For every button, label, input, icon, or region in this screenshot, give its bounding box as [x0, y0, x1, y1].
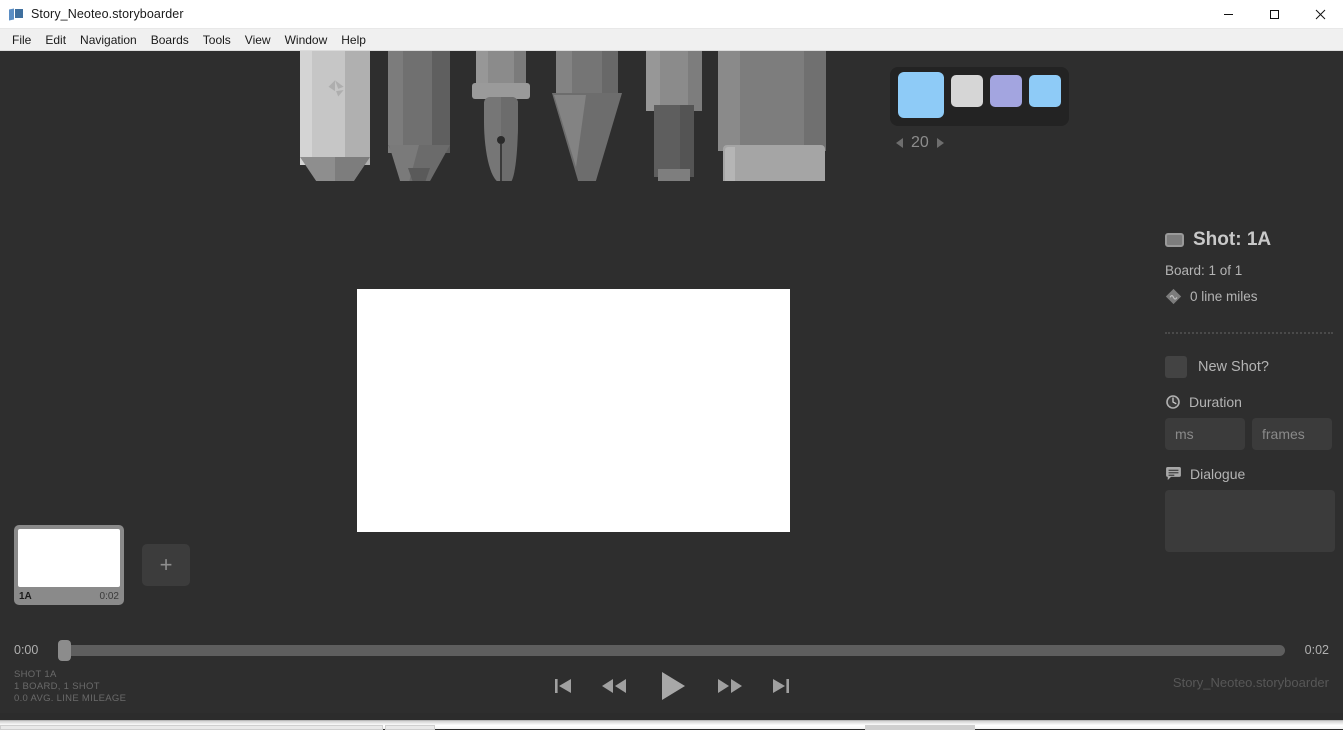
- timeline-track-row: 0:00 0:02: [0, 637, 1343, 663]
- menu-item-view[interactable]: View: [238, 30, 278, 50]
- clock-icon: [1165, 394, 1181, 410]
- new-shot-label: New Shot?: [1198, 359, 1269, 375]
- arrow-left-icon[interactable]: [896, 138, 903, 148]
- taskbar-tile-2[interactable]: [385, 725, 435, 730]
- dialogue-textarea[interactable]: [1165, 490, 1335, 552]
- os-taskbar: [0, 720, 1343, 729]
- monitor-icon: [1165, 233, 1184, 247]
- board-count: Board: 1 of 1: [1165, 263, 1343, 278]
- pencil-tool[interactable]: [388, 51, 450, 181]
- line-miles-row: 0 line miles: [1165, 288, 1343, 305]
- rewind-button[interactable]: [601, 677, 627, 695]
- dialogue-label: Dialogue: [1190, 466, 1245, 482]
- menu-bar: File Edit Navigation Boards Tools View W…: [0, 29, 1343, 51]
- play-icon: [655, 669, 689, 703]
- skip-previous-button[interactable]: [553, 676, 573, 696]
- brush-size-value: 20: [911, 134, 929, 152]
- play-button[interactable]: [655, 669, 689, 703]
- window-title: Story_Neoteo.storyboarder: [31, 7, 184, 21]
- board-thumbnail[interactable]: 1A 0:02: [14, 525, 124, 605]
- taskbar-tile-3[interactable]: [865, 725, 975, 730]
- brush-tool[interactable]: [548, 51, 626, 181]
- drawing-canvas[interactable]: [357, 289, 790, 532]
- speech-bubble-icon: [1165, 467, 1182, 481]
- storyboarder-logo-icon: [8, 6, 24, 22]
- sidebar-divider: [1165, 332, 1333, 334]
- fast-forward-icon: [717, 677, 743, 695]
- timeline-end-time: 0:02: [1295, 643, 1329, 657]
- maximize-button[interactable]: [1251, 0, 1297, 29]
- menu-item-boards[interactable]: Boards: [144, 30, 196, 50]
- menu-item-help[interactable]: Help: [334, 30, 373, 50]
- eraser-tool[interactable]: [718, 51, 830, 181]
- duration-ms-input[interactable]: [1165, 418, 1245, 450]
- menu-item-window[interactable]: Window: [278, 30, 335, 50]
- timeline-scrubber-handle[interactable]: [58, 640, 71, 661]
- color-palette-panel: 20: [890, 67, 1082, 152]
- marker-tool[interactable]: [642, 51, 706, 181]
- brush-size-control: 20: [890, 134, 1082, 152]
- close-button[interactable]: [1297, 0, 1343, 29]
- color-swatch-row: [890, 67, 1069, 126]
- swatch-1[interactable]: [951, 75, 983, 107]
- shot-title: Shot: 1A: [1193, 229, 1271, 251]
- new-shot-checkbox[interactable]: [1165, 356, 1187, 378]
- board-duration-label: 0:02: [100, 591, 119, 602]
- swatch-current[interactable]: [898, 72, 944, 118]
- menu-item-navigation[interactable]: Navigation: [73, 30, 144, 50]
- board-thumbnail-image: [18, 529, 120, 587]
- duration-inputs: [1165, 418, 1343, 450]
- project-filename-label: Story_Neoteo.storyboarder: [1173, 675, 1329, 690]
- arrow-right-icon[interactable]: [937, 138, 944, 148]
- duration-label: Duration: [1189, 394, 1242, 410]
- board-strip: 1A 0:02 +: [0, 519, 1140, 611]
- board-shot-label: 1A: [19, 591, 32, 602]
- minimize-button[interactable]: [1205, 0, 1251, 29]
- app-body: 20 Shot: 1A Board: 1 of 1 0 line miles N…: [0, 51, 1343, 713]
- window-controls: [1205, 0, 1343, 29]
- taskbar-tile-1[interactable]: [0, 725, 383, 730]
- timeline-scrubber-track[interactable]: [58, 645, 1285, 656]
- menu-item-tools[interactable]: Tools: [196, 30, 238, 50]
- menu-item-edit[interactable]: Edit: [38, 30, 73, 50]
- fast-forward-button[interactable]: [717, 677, 743, 695]
- shot-title-row: Shot: 1A: [1165, 229, 1343, 251]
- duration-label-row: Duration: [1165, 394, 1343, 410]
- timeline-start-time: 0:00: [14, 643, 48, 657]
- transport-controls: [0, 663, 1343, 709]
- swatch-3[interactable]: [1029, 75, 1061, 107]
- pencil-brand-icon: [322, 77, 348, 103]
- swatch-2[interactable]: [990, 75, 1022, 107]
- menu-item-file[interactable]: File: [5, 30, 38, 50]
- duration-frames-input[interactable]: [1252, 418, 1332, 450]
- title-bar: Story_Neoteo.storyboarder: [0, 0, 1343, 29]
- skip-next-icon: [771, 676, 791, 696]
- add-board-button[interactable]: +: [142, 544, 190, 586]
- dialogue-label-row: Dialogue: [1165, 466, 1343, 482]
- shot-inspector-sidebar: Shot: 1A Board: 1 of 1 0 line miles New …: [1153, 211, 1343, 557]
- line-miles-value: 0 line miles: [1190, 289, 1258, 304]
- skip-next-button[interactable]: [771, 676, 791, 696]
- board-thumbnail-meta: 1A 0:02: [19, 591, 119, 602]
- skip-previous-icon: [553, 676, 573, 696]
- timeline-panel: 0:00 0:02 SHOT 1A 1 BOARD, 1 SHOT 0.0 AV…: [0, 637, 1343, 713]
- drawing-toolbar: [0, 51, 1343, 181]
- rewind-icon: [601, 677, 627, 695]
- new-shot-row: New Shot?: [1165, 356, 1343, 378]
- pen-tool[interactable]: [470, 51, 532, 181]
- line-miles-icon: [1165, 288, 1182, 305]
- light-pencil-tool[interactable]: [300, 51, 370, 181]
